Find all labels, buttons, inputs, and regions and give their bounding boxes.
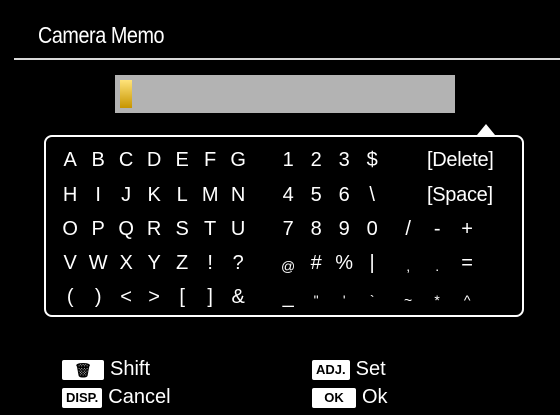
key-slash[interactable]: / <box>405 219 411 239</box>
text-cursor <box>120 80 132 108</box>
page-title: Camera Memo <box>38 22 165 48</box>
key-q[interactable]: Q <box>118 219 134 239</box>
key-z[interactable]: Z <box>176 253 188 273</box>
key-hash[interactable]: # <box>311 253 322 273</box>
key-x[interactable]: X <box>119 253 132 273</box>
key-t[interactable]: T <box>204 219 216 239</box>
key-equals[interactable]: = <box>461 253 473 273</box>
key-4[interactable]: 4 <box>283 185 294 205</box>
key-lt[interactable]: < <box>120 287 132 307</box>
key-b[interactable]: B <box>91 150 104 170</box>
set-control[interactable]: ADJ. Set <box>312 358 386 381</box>
key-question[interactable]: ? <box>233 253 244 273</box>
key-delete[interactable]: [Delete] <box>427 150 494 170</box>
key-lparen[interactable]: ( <box>67 287 74 307</box>
trash-icon: 🗑 <box>62 359 104 380</box>
key-apostrophe[interactable]: ' <box>343 290 346 310</box>
set-label: Set <box>355 358 386 380</box>
key-pipe[interactable]: | <box>370 253 375 273</box>
keyboard-caret-icon <box>477 124 495 135</box>
shift-label: Shift <box>110 358 151 380</box>
key-i[interactable]: I <box>95 185 101 205</box>
adj-badge: ADJ. <box>312 359 350 380</box>
shift-control[interactable]: 🗑 Shift <box>62 358 150 381</box>
key-lbracket[interactable]: [ <box>179 287 185 307</box>
key-space[interactable]: [Space] <box>427 185 493 205</box>
key-6[interactable]: 6 <box>339 185 350 205</box>
ok-label: Ok <box>362 386 388 408</box>
key-ampersand[interactable]: & <box>231 287 244 307</box>
key-dollar[interactable]: $ <box>367 150 378 170</box>
key-c[interactable]: C <box>119 150 133 170</box>
key-m[interactable]: M <box>202 185 219 205</box>
key-exclaim[interactable]: ! <box>207 253 213 273</box>
key-p[interactable]: P <box>91 219 104 239</box>
key-quote[interactable]: " <box>314 290 319 310</box>
key-2[interactable]: 2 <box>311 150 322 170</box>
key-rparen[interactable]: ) <box>95 287 102 307</box>
key-0[interactable]: 0 <box>367 219 378 239</box>
memo-input-field[interactable] <box>115 75 455 113</box>
key-3[interactable]: 3 <box>339 150 350 170</box>
key-o[interactable]: O <box>62 219 78 239</box>
key-s[interactable]: S <box>175 219 188 239</box>
key-8[interactable]: 8 <box>311 219 322 239</box>
key-5[interactable]: 5 <box>311 185 322 205</box>
key-h[interactable]: H <box>63 185 77 205</box>
key-a[interactable]: A <box>63 150 76 170</box>
cancel-control[interactable]: DISP. Cancel <box>62 386 171 409</box>
key-v[interactable]: V <box>63 253 76 273</box>
key-j[interactable]: J <box>121 185 131 205</box>
key-d[interactable]: D <box>147 150 161 170</box>
title-divider <box>14 58 560 60</box>
key-r[interactable]: R <box>147 219 161 239</box>
key-k[interactable]: K <box>147 185 160 205</box>
key-9[interactable]: 9 <box>339 219 350 239</box>
key-comma[interactable]: , <box>406 256 410 276</box>
key-period[interactable]: . <box>435 256 439 276</box>
ok-badge: OK <box>312 387 356 408</box>
key-y[interactable]: Y <box>147 253 160 273</box>
key-minus[interactable]: - <box>434 219 441 239</box>
key-l[interactable]: L <box>177 185 188 205</box>
key-e[interactable]: E <box>175 150 188 170</box>
key-backtick[interactable]: ` <box>370 290 375 310</box>
key-w[interactable]: W <box>89 253 108 273</box>
key-u[interactable]: U <box>231 219 245 239</box>
key-1[interactable]: 1 <box>283 150 294 170</box>
disp-badge: DISP. <box>62 387 103 408</box>
key-rbracket[interactable]: ] <box>207 287 213 307</box>
key-underscore[interactable]: _ <box>283 287 294 307</box>
key-asterisk[interactable]: * <box>434 290 439 310</box>
key-n[interactable]: N <box>231 185 245 205</box>
key-percent[interactable]: % <box>335 253 353 273</box>
key-gt[interactable]: > <box>148 287 160 307</box>
key-7[interactable]: 7 <box>283 219 294 239</box>
key-tilde[interactable]: ~ <box>404 290 412 310</box>
key-at[interactable]: @ <box>281 256 295 276</box>
key-g[interactable]: G <box>230 150 246 170</box>
key-f[interactable]: F <box>204 150 216 170</box>
cancel-label: Cancel <box>108 386 171 408</box>
ok-control[interactable]: OK Ok <box>312 386 388 409</box>
key-plus[interactable]: + <box>461 219 473 239</box>
key-backslash[interactable]: \ <box>369 185 375 205</box>
key-caret[interactable]: ^ <box>464 290 471 310</box>
